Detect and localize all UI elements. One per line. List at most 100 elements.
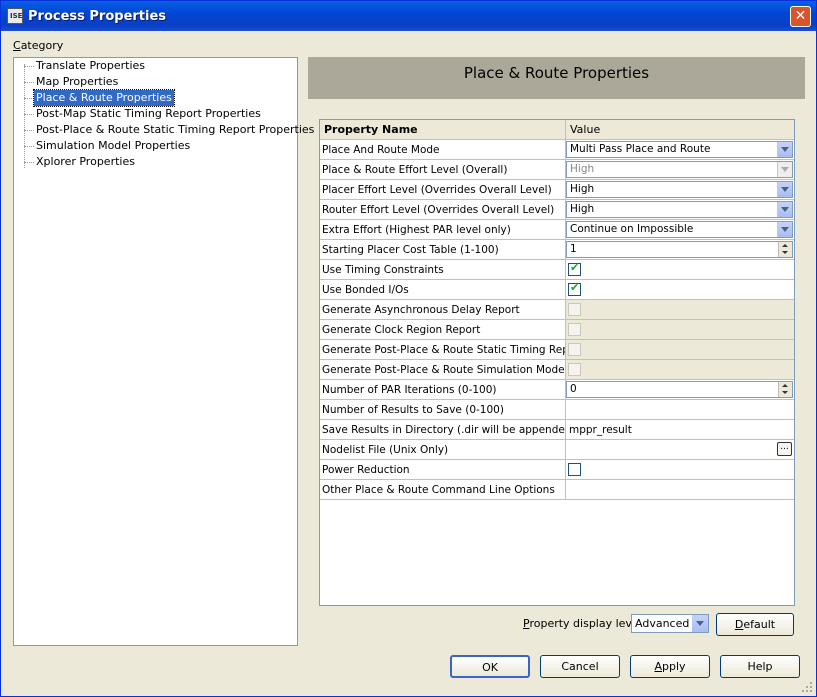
tree-item-label: Map Properties [36, 75, 119, 88]
property-row[interactable]: Use Timing Constraints [320, 260, 794, 280]
property-row[interactable]: Nodelist File (Unix Only)... [320, 440, 794, 460]
ok-button[interactable]: OK [450, 655, 530, 678]
property-row[interactable]: Generate Clock Region Report [320, 320, 794, 340]
help-button[interactable]: Help [720, 655, 800, 678]
property-checkbox[interactable] [568, 261, 581, 276]
property-value-cell[interactable]: 0 [566, 380, 794, 400]
property-row[interactable]: Router Effort Level (Overrides Overall L… [320, 200, 794, 220]
property-row[interactable]: Use Bonded I/Os [320, 280, 794, 300]
cancel-button[interactable]: Cancel [540, 655, 620, 678]
property-row[interactable]: Placer Effort Level (Overrides Overall L… [320, 180, 794, 200]
tree-connector [24, 64, 25, 168]
chevron-down-icon[interactable] [777, 222, 792, 237]
property-name: Number of Results to Save (0-100) [320, 400, 566, 420]
app-icon: ISE [7, 8, 23, 24]
property-value-select[interactable]: High [566, 181, 793, 198]
chevron-down-icon[interactable] [777, 202, 792, 217]
property-name: Generate Post-Place & Route Simulation M… [320, 360, 566, 380]
property-name: Number of PAR Iterations (0-100) [320, 380, 566, 400]
category-tree[interactable]: Translate Properties Map Properties Plac… [13, 57, 314, 646]
property-value-cell[interactable] [566, 300, 794, 320]
chevron-down-icon[interactable] [782, 251, 788, 254]
property-value-spinner[interactable]: 0 [566, 381, 793, 398]
chevron-down-icon [777, 162, 792, 177]
property-checkbox [568, 343, 581, 356]
category-label-mnemonic: C [13, 39, 21, 52]
tree-item-label: Simulation Model Properties [36, 139, 191, 152]
property-name: Placer Effort Level (Overrides Overall L… [320, 180, 566, 200]
close-button[interactable]: ✕ [790, 6, 811, 27]
property-row[interactable]: Number of PAR Iterations (0-100) 0 [320, 380, 794, 400]
property-checkbox [568, 363, 581, 376]
panel-title: Place & Route Properties [463, 64, 650, 82]
chevron-up-icon[interactable] [782, 244, 788, 247]
property-value-cell[interactable] [566, 460, 794, 480]
property-value-select[interactable]: Multi Pass Place and Route [566, 141, 793, 158]
process-properties-dialog: ISE Process Properties ✕ Category Transl… [0, 0, 817, 697]
property-row[interactable]: Number of Results to Save (0-100) [320, 400, 794, 420]
grid-header: Property Name Value [320, 120, 794, 140]
select-value: High [570, 203, 595, 215]
tree-item-label: Post-Place & Route Static Timing Report … [36, 123, 315, 136]
header-property-name[interactable]: Property Name [320, 120, 566, 140]
property-value-cell[interactable] [566, 340, 794, 360]
property-value-select[interactable]: Continue on Impossible [566, 221, 793, 238]
property-value-spinner[interactable]: 1 [566, 241, 793, 258]
property-checkbox [568, 323, 581, 336]
chevron-down-icon[interactable] [777, 182, 792, 197]
category-label-rest: ategory [20, 39, 64, 52]
display-level-value: Advanced [635, 617, 690, 630]
property-row[interactable]: Place & Route Effort Level (Overall) High [320, 160, 794, 180]
browse-button[interactable]: ... [777, 442, 792, 456]
spinner-buttons[interactable] [778, 242, 792, 257]
property-checkbox[interactable] [568, 463, 581, 476]
property-row[interactable]: Save Results in Directory (.dir will be … [320, 420, 794, 440]
tree-item-label: Translate Properties [36, 59, 146, 72]
spinner-buttons[interactable] [778, 382, 792, 397]
category-label: Category [13, 39, 63, 52]
property-value-cell[interactable] [566, 360, 794, 380]
chevron-down-icon[interactable] [692, 615, 708, 632]
title-bar[interactable]: ISE Process Properties ✕ [1, 1, 816, 31]
chevron-up-icon[interactable] [782, 384, 788, 387]
default-button[interactable]: Default [716, 613, 794, 636]
property-name: Use Timing Constraints [320, 260, 566, 280]
property-value-cell[interactable] [566, 280, 794, 300]
property-value-cell[interactable]: High [566, 200, 794, 220]
property-value-cell[interactable]: High [566, 160, 794, 180]
property-value-cell[interactable]: Continue on Impossible [566, 220, 794, 240]
property-value-cell[interactable]: mppr_result [566, 420, 794, 440]
header-value[interactable]: Value [566, 120, 794, 140]
property-checkbox[interactable] [568, 281, 581, 296]
property-row[interactable]: Extra Effort (Highest PAR level only) Con… [320, 220, 794, 240]
property-row[interactable]: Power Reduction [320, 460, 794, 480]
property-value-cell[interactable] [566, 480, 794, 500]
property-text-value[interactable]: mppr_result [569, 420, 632, 440]
display-level-select[interactable]: Advanced [631, 614, 709, 633]
property-row[interactable]: Other Place & Route Command Line Options [320, 480, 794, 500]
apply-button-rest: pply [662, 660, 686, 673]
property-value-cell[interactable]: ... [566, 440, 794, 460]
resize-grip-icon[interactable] [801, 681, 813, 693]
property-row[interactable]: Generate Post-Place & Route Static Timin… [320, 340, 794, 360]
apply-button[interactable]: Apply [630, 655, 710, 678]
property-value-cell[interactable]: 1 [566, 240, 794, 260]
property-row[interactable]: Generate Asynchronous Delay Report [320, 300, 794, 320]
property-value-select[interactable]: High [566, 201, 793, 218]
property-value-cell[interactable]: High [566, 180, 794, 200]
property-row[interactable]: Place And Route Mode Multi Pass Place and… [320, 140, 794, 160]
property-value-cell[interactable] [566, 400, 794, 420]
display-level-label: Property display level: [523, 617, 645, 630]
property-checkbox [568, 303, 581, 316]
property-value-cell[interactable] [566, 260, 794, 280]
display-level-label-text: roperty display level: [529, 617, 646, 630]
chevron-down-icon[interactable] [777, 142, 792, 157]
property-row[interactable]: Starting Placer Cost Table (1-100) 1 [320, 240, 794, 260]
property-value-cell[interactable] [566, 320, 794, 340]
property-row[interactable]: Generate Post-Place & Route Simulation M… [320, 360, 794, 380]
app-icon-text: ISE [10, 12, 23, 20]
chevron-down-icon[interactable] [782, 391, 788, 394]
property-grid: Property Name Value Place And Route Mode… [319, 119, 795, 606]
property-value-cell[interactable]: Multi Pass Place and Route [566, 140, 794, 160]
tree-item-label: Place & Route Properties [33, 89, 175, 107]
